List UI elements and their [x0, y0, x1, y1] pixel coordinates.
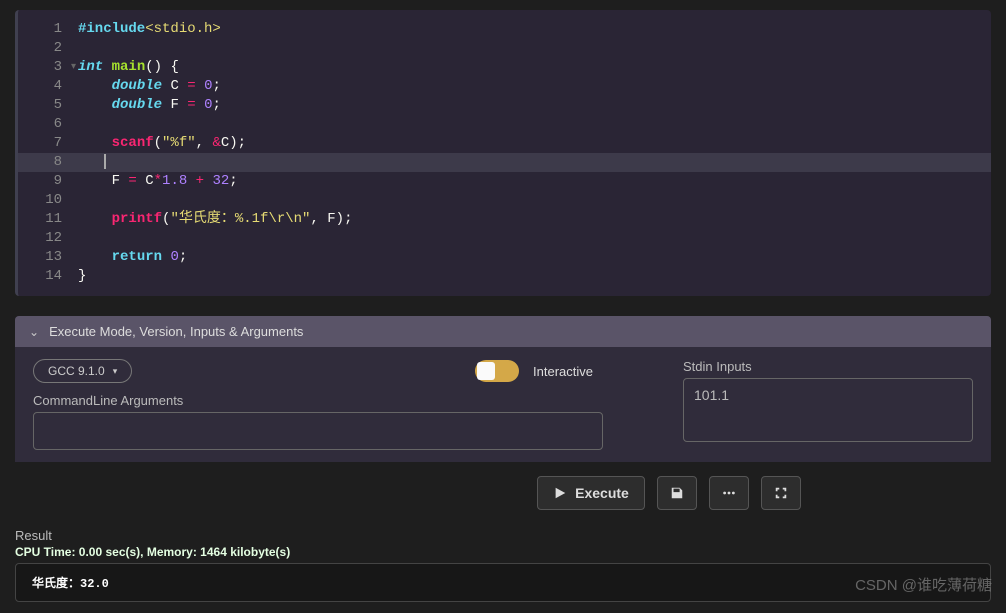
exec-settings-panel: ⌄ Execute Mode, Version, Inputs & Argume… — [15, 316, 991, 462]
stdin-input[interactable]: 101.1 — [683, 378, 973, 442]
line-number: 2 — [18, 39, 78, 58]
code-line[interactable]: 10 — [18, 191, 991, 210]
fold-icon[interactable]: ▾ — [71, 58, 76, 77]
cmdline-label: CommandLine Arguments — [33, 393, 653, 408]
save-icon — [670, 486, 684, 500]
code-line[interactable]: 4 double C = 0; — [18, 77, 991, 96]
line-number: 14 — [18, 267, 78, 286]
compiler-select[interactable]: GCC 9.1.0 ▾ — [33, 359, 132, 383]
interactive-toggle[interactable] — [475, 360, 519, 382]
toggle-knob — [477, 362, 495, 380]
fullscreen-button[interactable] — [761, 476, 801, 510]
line-number: 5 — [18, 96, 78, 115]
code-content[interactable] — [78, 153, 991, 172]
ellipsis-icon — [722, 486, 736, 500]
action-toolbar: Execute — [15, 476, 991, 510]
code-content[interactable]: double C = 0; — [78, 77, 991, 96]
compiler-select-label: GCC 9.1.0 — [48, 364, 105, 378]
code-line[interactable]: 8 — [18, 153, 991, 172]
code-line[interactable]: 2 — [18, 39, 991, 58]
chevron-down-icon: ⌄ — [29, 325, 39, 339]
line-number: 6 — [18, 115, 78, 134]
code-content[interactable]: printf("华氏度：%.1f\r\n", F); — [78, 210, 991, 229]
line-number: 11 — [18, 210, 78, 229]
code-line[interactable]: 11 printf("华氏度：%.1f\r\n", F); — [18, 210, 991, 229]
code-line[interactable]: 5 double F = 0; — [18, 96, 991, 115]
code-content[interactable] — [78, 191, 991, 210]
code-content[interactable] — [78, 39, 991, 58]
line-number: 9 — [18, 172, 78, 191]
code-line[interactable]: 14} — [18, 267, 991, 286]
execute-button[interactable]: Execute — [537, 476, 645, 510]
code-line[interactable]: 7 scanf("%f", &C); — [18, 134, 991, 153]
code-editor[interactable]: 1#include<stdio.h>23▾int main() {4 doubl… — [15, 10, 991, 296]
code-content[interactable]: } — [78, 267, 991, 286]
execute-button-label: Execute — [575, 485, 629, 501]
output-console[interactable]: 华氏度：32.0 — [15, 563, 991, 602]
result-stats: CPU Time: 0.00 sec(s), Memory: 1464 kilo… — [15, 545, 991, 559]
save-button[interactable] — [657, 476, 697, 510]
code-line[interactable]: 9 F = C*1.8 + 32; — [18, 172, 991, 191]
code-content[interactable]: double F = 0; — [78, 96, 991, 115]
code-line[interactable]: 1#include<stdio.h> — [18, 20, 991, 39]
code-line[interactable]: 6 — [18, 115, 991, 134]
code-content[interactable] — [78, 229, 991, 248]
line-number: 7 — [18, 134, 78, 153]
exec-panel-header[interactable]: ⌄ Execute Mode, Version, Inputs & Argume… — [15, 316, 991, 347]
code-content[interactable] — [78, 115, 991, 134]
line-number: 10 — [18, 191, 78, 210]
stdin-label: Stdin Inputs — [683, 359, 973, 374]
line-number: 4 — [18, 77, 78, 96]
code-content[interactable]: return 0; — [78, 248, 991, 267]
code-content[interactable]: int main() { — [78, 58, 991, 77]
result-section: Result CPU Time: 0.00 sec(s), Memory: 14… — [15, 528, 991, 602]
cmdline-input[interactable] — [33, 412, 603, 450]
watermark: CSDN @谁吃薄荷糖 — [855, 574, 992, 595]
play-icon — [553, 486, 567, 500]
more-options-button[interactable] — [709, 476, 749, 510]
code-line[interactable]: 13 return 0; — [18, 248, 991, 267]
code-content[interactable]: F = C*1.8 + 32; — [78, 172, 991, 191]
code-content[interactable]: #include<stdio.h> — [78, 20, 991, 39]
exec-panel-title: Execute Mode, Version, Inputs & Argument… — [49, 324, 303, 339]
line-number: 13 — [18, 248, 78, 267]
interactive-label: Interactive — [533, 364, 593, 379]
code-content[interactable]: scanf("%f", &C); — [78, 134, 991, 153]
result-label: Result — [15, 528, 991, 543]
line-number: 8 — [18, 153, 78, 172]
code-line[interactable]: 12 — [18, 229, 991, 248]
chevron-down-icon: ▾ — [113, 366, 118, 377]
expand-icon — [774, 486, 788, 500]
line-number: 1 — [18, 20, 78, 39]
line-number: 12 — [18, 229, 78, 248]
code-line[interactable]: 3▾int main() { — [18, 58, 991, 77]
text-cursor — [104, 154, 106, 169]
line-number: 3▾ — [18, 58, 78, 77]
